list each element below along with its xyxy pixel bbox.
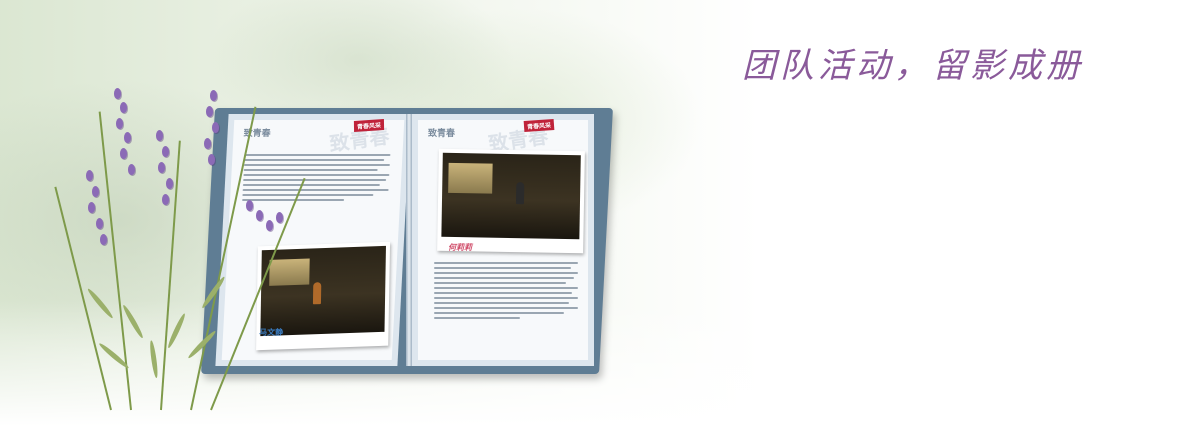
right-page-title: 致青春 — [428, 129, 456, 139]
right-page-tag: 青春风采 — [523, 118, 555, 133]
presentation-photo — [441, 152, 581, 240]
lavender-illustration — [54, 70, 320, 430]
right-page: 致青春 致青春 青春风采 何莉莉 — [412, 114, 594, 366]
right-page-text-block — [434, 262, 578, 322]
right-page-inner: 致青春 致青春 青春风采 何莉莉 — [418, 118, 588, 360]
headline: 团队活动，留影成册 — [742, 46, 1084, 86]
right-photo-caption: 何莉莉 — [448, 243, 472, 252]
left-page-tag: 青春风采 — [353, 118, 385, 133]
right-page-photo — [437, 148, 585, 254]
banner: 团队活动，留影成册 致青春 致青春 青春风采 马文静 致青春 致青春 青春风采 … — [0, 0, 1200, 440]
